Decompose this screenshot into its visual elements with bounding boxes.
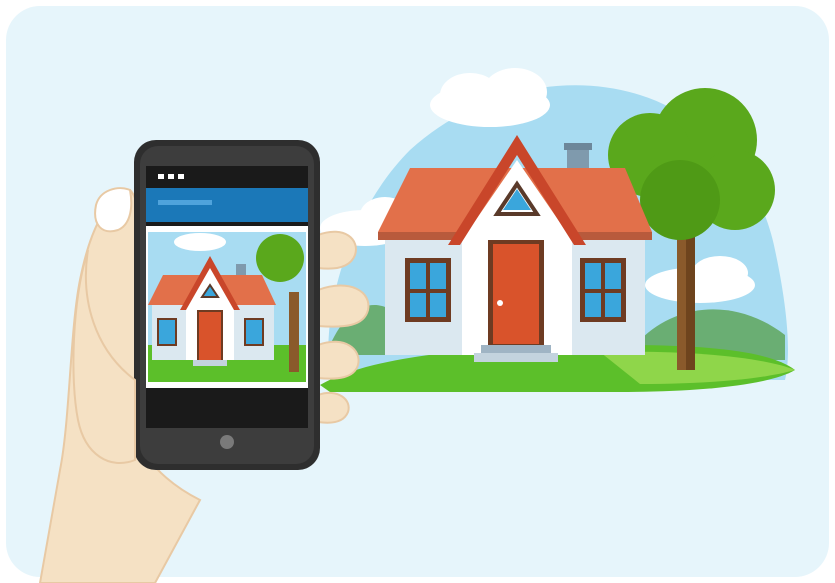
mini-tree-trunk xyxy=(289,292,299,372)
right-window-pane-3 xyxy=(585,293,601,317)
finger-4 xyxy=(317,392,350,424)
mini-tree-canopy xyxy=(256,234,304,282)
left-window-pane-2 xyxy=(430,263,446,289)
tree-canopy-bottom xyxy=(640,160,720,240)
left-window-pane-3 xyxy=(410,293,426,317)
home-button-icon[interactable] xyxy=(220,435,234,449)
mini-step xyxy=(193,360,227,366)
scene-svg xyxy=(6,6,829,583)
left-window-pane-4 xyxy=(430,293,446,317)
chimney-cap xyxy=(564,143,592,150)
right-window-pane-2 xyxy=(605,263,621,289)
left-window-pane-1 xyxy=(410,263,426,289)
finger-1 xyxy=(317,230,357,270)
illustration xyxy=(0,0,835,583)
right-window-pane-1 xyxy=(585,263,601,289)
mini-left-window-glass xyxy=(159,320,175,344)
three-dots-icon xyxy=(158,174,184,179)
door-knob xyxy=(497,300,503,306)
phone-photo xyxy=(148,232,306,382)
door-step-bottom xyxy=(474,353,558,362)
mini-door xyxy=(199,312,221,360)
mini-cloud xyxy=(174,233,226,251)
mini-right-window-glass xyxy=(246,320,262,344)
house xyxy=(378,135,652,362)
door-step-top xyxy=(481,345,551,353)
right-window-pane-4 xyxy=(605,293,621,317)
smartphone xyxy=(134,140,320,470)
app-header-line xyxy=(158,200,212,205)
finger-2 xyxy=(317,284,370,328)
finger-3 xyxy=(317,340,360,380)
front-door xyxy=(493,244,539,344)
